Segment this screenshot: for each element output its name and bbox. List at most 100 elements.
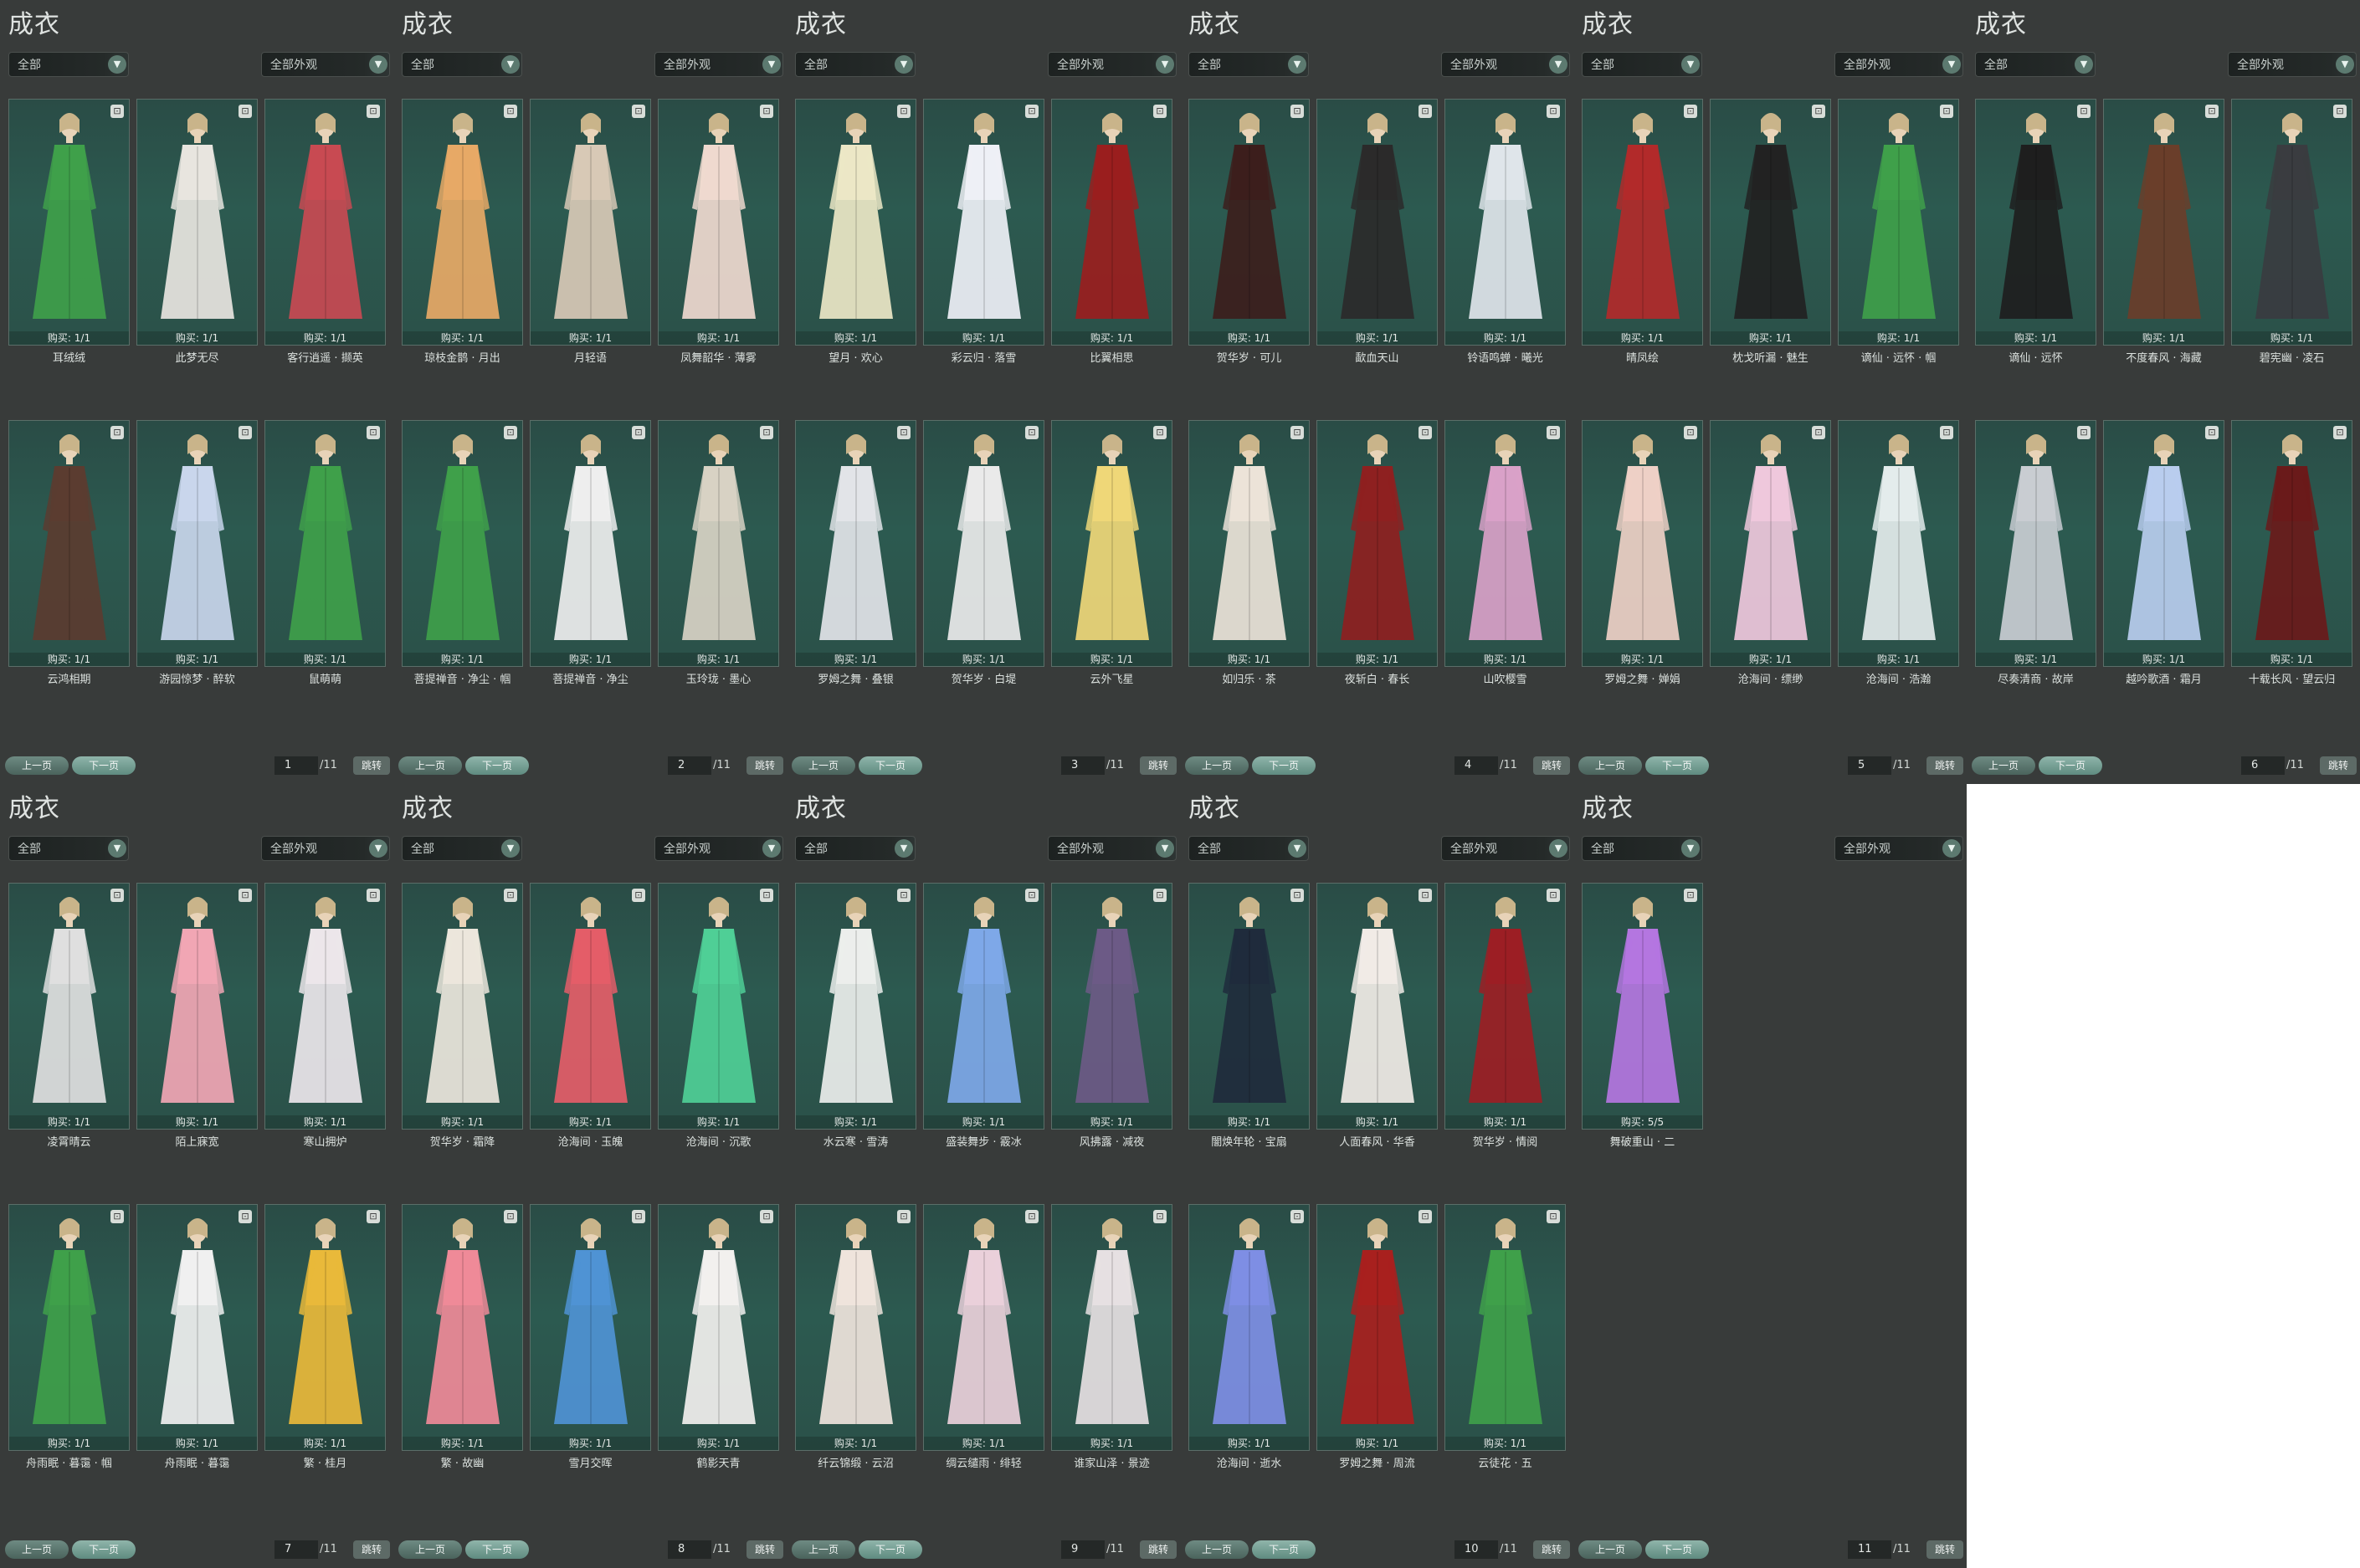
category-filter-dropdown[interactable]: 全部 ▼ xyxy=(402,836,522,861)
page-number-input[interactable]: 10 xyxy=(1454,1540,1498,1559)
page-number-input[interactable]: 9 xyxy=(1061,1540,1105,1559)
appearance-filter-dropdown[interactable]: 全部外观 ▼ xyxy=(1048,52,1177,77)
appearance-filter-dropdown[interactable]: 全部外观 ▼ xyxy=(1441,836,1570,861)
outfit-card[interactable]: ⊡ 购买: 1/1 xyxy=(658,883,779,1130)
outfit-card[interactable]: ⊡ 购买: 1/1 xyxy=(1975,420,2096,667)
next-page-button[interactable]: 下一页 xyxy=(465,1540,529,1559)
prev-page-button[interactable]: 上一页 xyxy=(398,756,462,775)
outfit-card[interactable]: ⊡ 购买: 1/1 xyxy=(136,1204,258,1451)
appearance-filter-dropdown[interactable]: 全部外观 ▼ xyxy=(261,836,390,861)
outfit-card[interactable]: ⊡ 购买: 1/1 xyxy=(795,883,916,1130)
jump-button[interactable]: 跳转 xyxy=(1533,756,1570,775)
outfit-card[interactable]: ⊡ 购买: 1/1 xyxy=(2231,420,2352,667)
page-number-input[interactable]: 5 xyxy=(1848,756,1891,775)
chevron-down-icon[interactable]: ▼ xyxy=(1288,55,1306,74)
outfit-card[interactable]: ⊡ 购买: 1/1 xyxy=(1838,99,1959,346)
chevron-down-icon[interactable]: ▼ xyxy=(1288,839,1306,858)
outfit-card[interactable]: ⊡ 购买: 1/1 xyxy=(8,99,130,346)
outfit-card[interactable]: ⊡ 购买: 1/1 xyxy=(923,420,1044,667)
outfit-card[interactable]: ⊡ 购买: 1/1 xyxy=(1316,99,1438,346)
chevron-down-icon[interactable]: ▼ xyxy=(1942,839,1961,858)
outfit-card[interactable]: ⊡ 购买: 1/1 xyxy=(1444,99,1566,346)
outfit-card[interactable]: ⊡ 购买: 1/1 xyxy=(530,99,651,346)
prev-page-button[interactable]: 上一页 xyxy=(792,756,855,775)
outfit-card[interactable]: ⊡ 购买: 1/1 xyxy=(136,99,258,346)
outfit-card[interactable]: ⊡ 购买: 1/1 xyxy=(1188,883,1310,1130)
outfit-card[interactable]: ⊡ 购买: 1/1 xyxy=(1444,1204,1566,1451)
outfit-card[interactable]: ⊡ 购买: 1/1 xyxy=(795,99,916,346)
page-number-input[interactable]: 3 xyxy=(1061,756,1105,775)
outfit-card[interactable]: ⊡ 购买: 1/1 xyxy=(1444,420,1566,667)
next-page-button[interactable]: 下一页 xyxy=(859,756,922,775)
outfit-card[interactable]: ⊡ 购买: 1/1 xyxy=(923,99,1044,346)
outfit-card[interactable]: ⊡ 购买: 1/1 xyxy=(1188,1204,1310,1451)
next-page-button[interactable]: 下一页 xyxy=(859,1540,922,1559)
jump-button[interactable]: 跳转 xyxy=(746,1540,783,1559)
chevron-down-icon[interactable]: ▼ xyxy=(369,55,387,74)
appearance-filter-dropdown[interactable]: 全部外观 ▼ xyxy=(654,836,783,861)
outfit-card[interactable]: ⊡ 购买: 5/5 xyxy=(1582,883,1703,1130)
outfit-card[interactable]: ⊡ 购买: 1/1 xyxy=(530,420,651,667)
outfit-card[interactable]: ⊡ 购买: 1/1 xyxy=(1582,420,1703,667)
next-page-button[interactable]: 下一页 xyxy=(1645,756,1709,775)
outfit-card[interactable]: ⊡ 购买: 1/1 xyxy=(530,883,651,1130)
chevron-down-icon[interactable]: ▼ xyxy=(369,839,387,858)
page-number-input[interactable]: 2 xyxy=(668,756,711,775)
prev-page-button[interactable]: 上一页 xyxy=(1185,1540,1249,1559)
outfit-card[interactable]: ⊡ 购买: 1/1 xyxy=(658,99,779,346)
category-filter-dropdown[interactable]: 全部 ▼ xyxy=(8,52,129,77)
category-filter-dropdown[interactable]: 全部 ▼ xyxy=(8,836,129,861)
outfit-card[interactable]: ⊡ 购买: 1/1 xyxy=(658,420,779,667)
outfit-card[interactable]: ⊡ 购买: 1/1 xyxy=(402,1204,523,1451)
chevron-down-icon[interactable]: ▼ xyxy=(762,839,781,858)
jump-button[interactable]: 跳转 xyxy=(2320,756,2357,775)
outfit-card[interactable]: ⊡ 购买: 1/1 xyxy=(264,1204,386,1451)
chevron-down-icon[interactable]: ▼ xyxy=(1942,55,1961,74)
outfit-card[interactable]: ⊡ 购买: 1/1 xyxy=(2103,99,2224,346)
outfit-card[interactable]: ⊡ 购买: 1/1 xyxy=(658,1204,779,1451)
next-page-button[interactable]: 下一页 xyxy=(1252,1540,1316,1559)
next-page-button[interactable]: 下一页 xyxy=(72,756,136,775)
chevron-down-icon[interactable]: ▼ xyxy=(1549,55,1567,74)
page-number-input[interactable]: 1 xyxy=(274,756,318,775)
outfit-card[interactable]: ⊡ 购买: 1/1 xyxy=(8,883,130,1130)
outfit-card[interactable]: ⊡ 购买: 1/1 xyxy=(1188,99,1310,346)
appearance-filter-dropdown[interactable]: 全部外观 ▼ xyxy=(261,52,390,77)
outfit-card[interactable]: ⊡ 购买: 1/1 xyxy=(402,99,523,346)
chevron-down-icon[interactable]: ▼ xyxy=(108,839,126,858)
prev-page-button[interactable]: 上一页 xyxy=(1578,756,1642,775)
outfit-card[interactable]: ⊡ 购买: 1/1 xyxy=(264,883,386,1130)
page-number-input[interactable]: 11 xyxy=(1848,1540,1891,1559)
chevron-down-icon[interactable]: ▼ xyxy=(1681,839,1700,858)
outfit-card[interactable]: ⊡ 购买: 1/1 xyxy=(530,1204,651,1451)
jump-button[interactable]: 跳转 xyxy=(746,756,783,775)
outfit-card[interactable]: ⊡ 购买: 1/1 xyxy=(923,1204,1044,1451)
jump-button[interactable]: 跳转 xyxy=(353,756,390,775)
prev-page-button[interactable]: 上一页 xyxy=(792,1540,855,1559)
outfit-card[interactable]: ⊡ 购买: 1/1 xyxy=(1316,883,1438,1130)
prev-page-button[interactable]: 上一页 xyxy=(1972,756,2035,775)
page-number-input[interactable]: 7 xyxy=(274,1540,318,1559)
outfit-card[interactable]: ⊡ 购买: 1/1 xyxy=(8,1204,130,1451)
page-number-input[interactable]: 8 xyxy=(668,1540,711,1559)
jump-button[interactable]: 跳转 xyxy=(1140,1540,1177,1559)
jump-button[interactable]: 跳转 xyxy=(1926,1540,1963,1559)
category-filter-dropdown[interactable]: 全部 ▼ xyxy=(1188,52,1309,77)
outfit-card[interactable]: ⊡ 购买: 1/1 xyxy=(1051,420,1172,667)
next-page-button[interactable]: 下一页 xyxy=(1645,1540,1709,1559)
chevron-down-icon[interactable]: ▼ xyxy=(108,55,126,74)
next-page-button[interactable]: 下一页 xyxy=(465,756,529,775)
outfit-card[interactable]: ⊡ 购买: 1/1 xyxy=(1051,883,1172,1130)
category-filter-dropdown[interactable]: 全部 ▼ xyxy=(795,52,916,77)
outfit-card[interactable]: ⊡ 购买: 1/1 xyxy=(1444,883,1566,1130)
chevron-down-icon[interactable]: ▼ xyxy=(1681,55,1700,74)
appearance-filter-dropdown[interactable]: 全部外观 ▼ xyxy=(1834,836,1963,861)
appearance-filter-dropdown[interactable]: 全部外观 ▼ xyxy=(654,52,783,77)
next-page-button[interactable]: 下一页 xyxy=(2039,756,2102,775)
outfit-card[interactable]: ⊡ 购买: 1/1 xyxy=(136,420,258,667)
appearance-filter-dropdown[interactable]: 全部外观 ▼ xyxy=(1441,52,1570,77)
prev-page-button[interactable]: 上一页 xyxy=(5,756,69,775)
outfit-card[interactable]: ⊡ 购买: 1/1 xyxy=(264,99,386,346)
prev-page-button[interactable]: 上一页 xyxy=(5,1540,69,1559)
outfit-card[interactable]: ⊡ 购买: 1/1 xyxy=(2231,99,2352,346)
